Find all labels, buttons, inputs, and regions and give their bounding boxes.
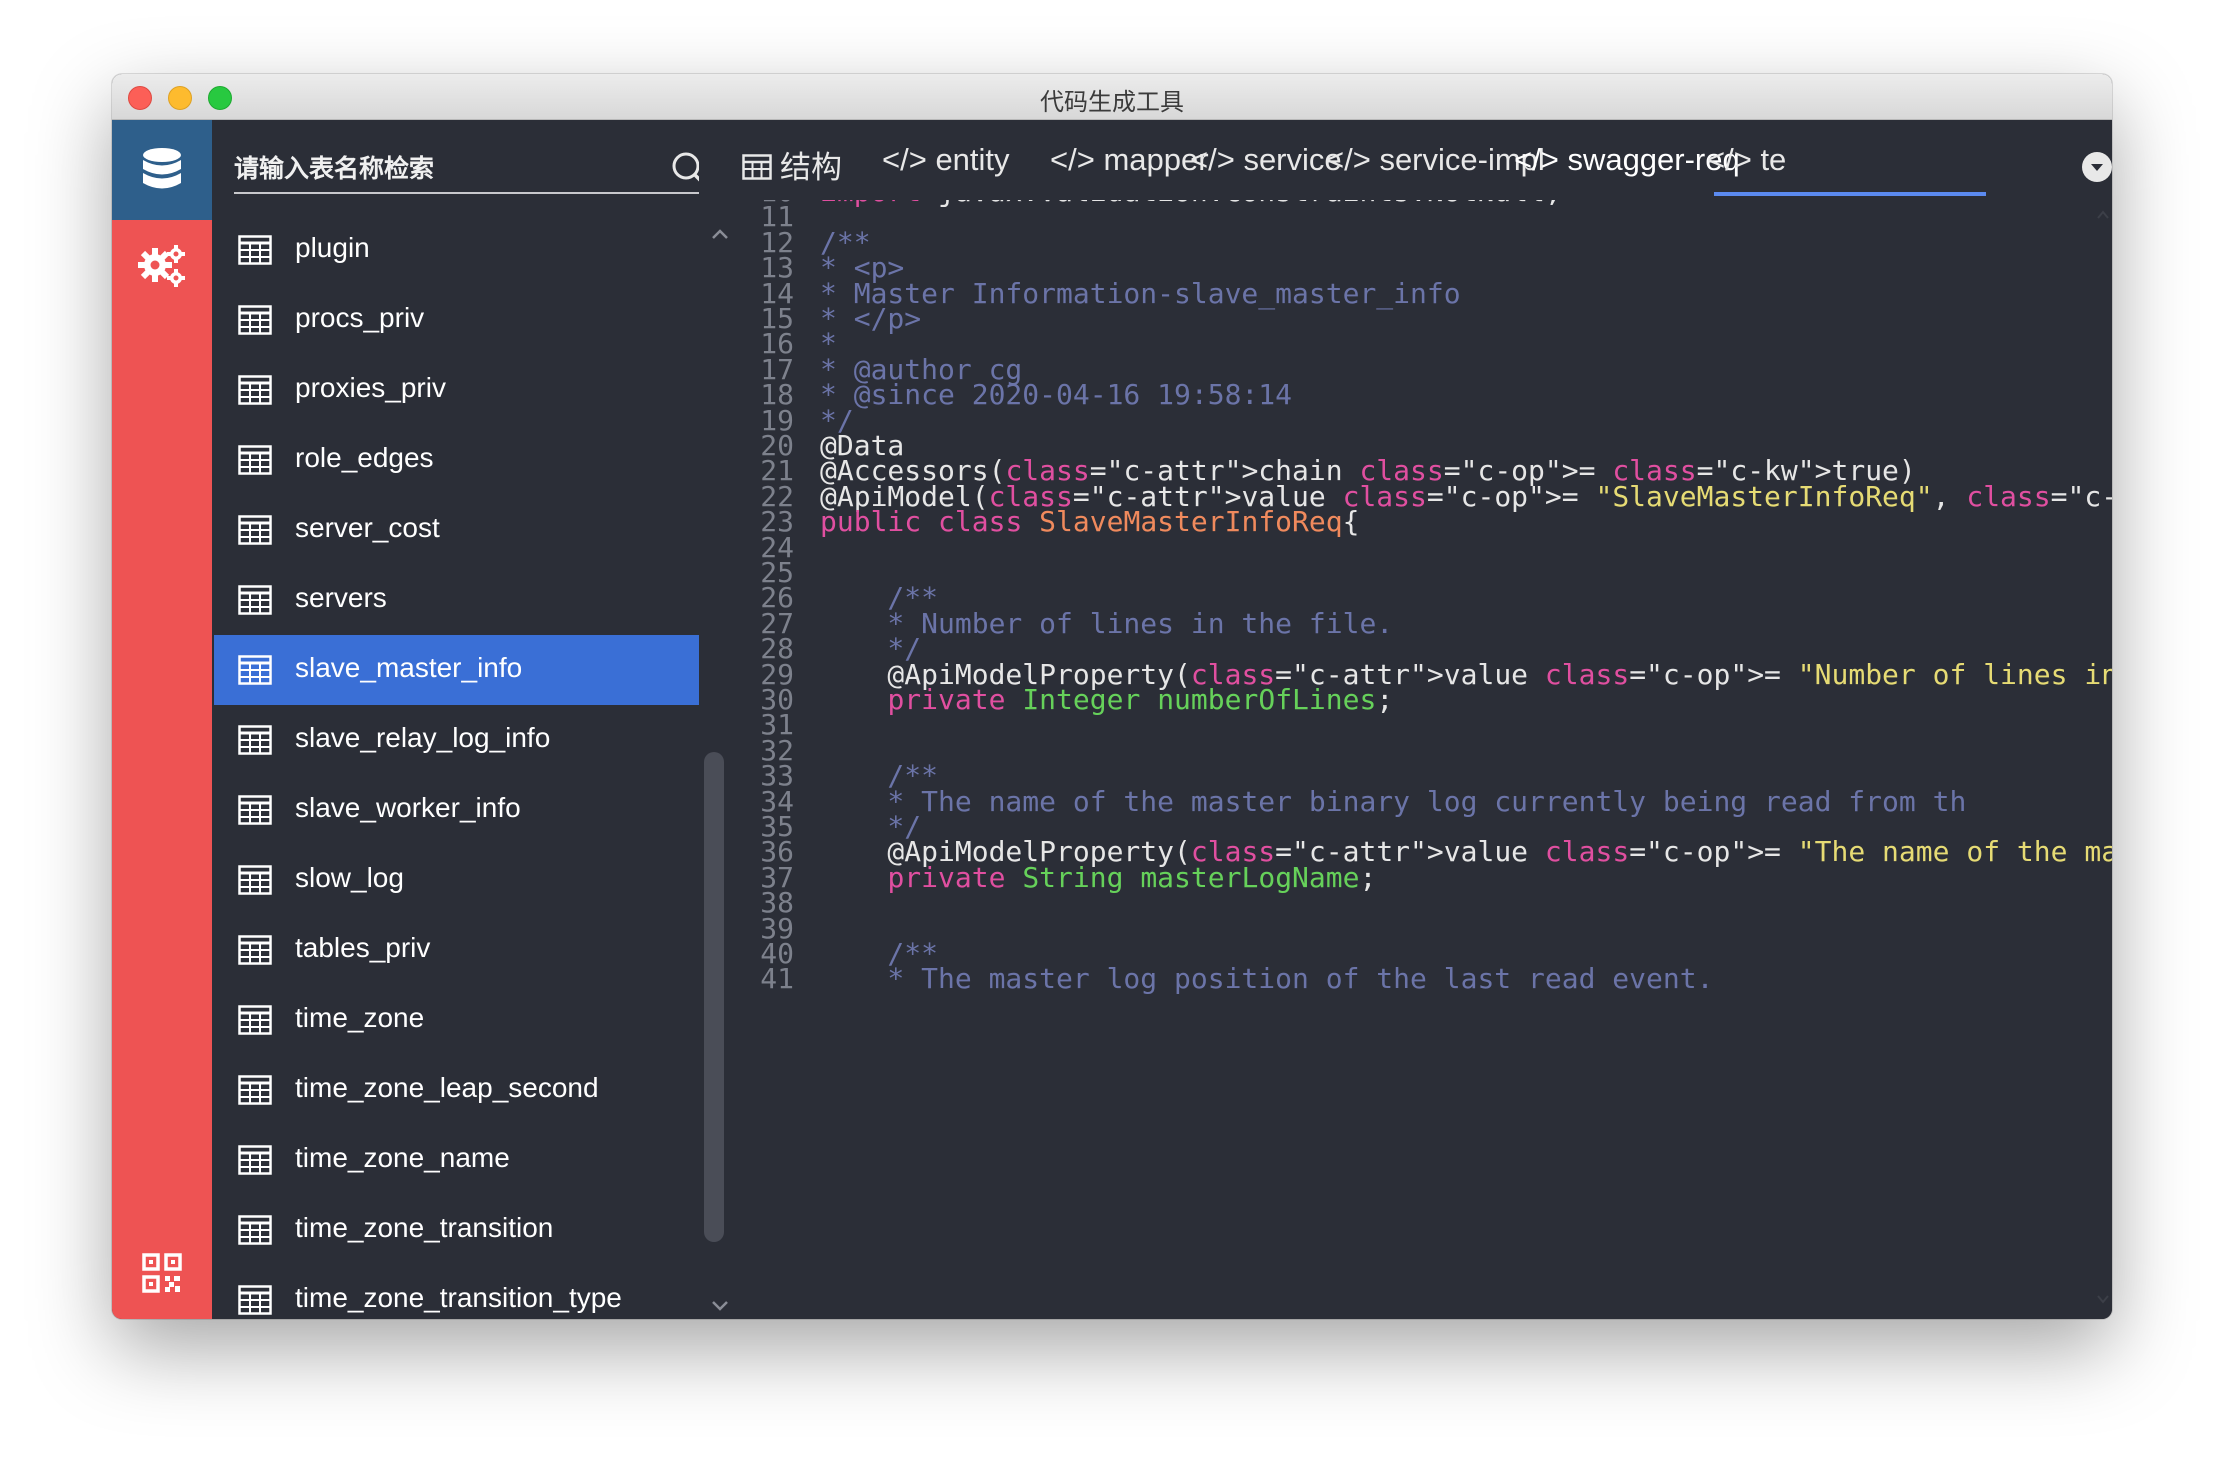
table-icon [238, 515, 272, 545]
line-number: 41 [760, 962, 794, 996]
search-box [234, 146, 699, 194]
code-text: * The master log position of the last re… [820, 962, 1714, 996]
chevron-down-icon [2091, 164, 2103, 171]
table-icon [238, 795, 272, 825]
tab-overflow-button[interactable] [2082, 152, 2112, 182]
tab-label: 结构 [780, 150, 842, 185]
table-icon [238, 1285, 272, 1315]
editor-scrollbar[interactable] [2094, 200, 2112, 1319]
table-list-item[interactable]: server_cost [214, 495, 699, 565]
active-tab-indicator [1714, 192, 1986, 196]
table-name-label: slave_worker_info [295, 792, 521, 823]
sidebar-scrollbar-thumb[interactable] [704, 752, 724, 1242]
table-list-item[interactable]: slave_worker_info [214, 775, 699, 845]
table-list-item[interactable]: role_edges [214, 425, 699, 495]
table-name-label: slave_master_info [295, 652, 523, 683]
table-name-label: time_zone_transition_type [295, 1282, 622, 1313]
scroll-down-arrow[interactable] [710, 1296, 730, 1316]
table-name-label: time_zone_leap_second [295, 1072, 599, 1103]
table-name-label: server_cost [295, 512, 440, 543]
tab-bar: 结构 </> entity </> mapper </> service </> ser… [742, 120, 2112, 200]
table-list-item[interactable]: time_zone [214, 985, 699, 1055]
tab-service-impl[interactable]: </> service-impl [1326, 142, 1545, 182]
table-icon [238, 725, 272, 755]
database-button[interactable] [112, 120, 212, 220]
window-title: 代码生成工具 [1040, 88, 1184, 116]
title-bar: 代码生成工具 [112, 74, 2112, 120]
app-window: 代码生成工具 请输入表名称检索 plugin procs_priv proxie… [112, 74, 2112, 1319]
table-name-label: slave_relay_log_info [295, 722, 551, 753]
table-icon [238, 305, 272, 335]
qrcode-icon [142, 1253, 182, 1293]
tab-mapper[interactable]: </> mapper [1050, 142, 1209, 182]
table-icon [238, 445, 272, 475]
table-name-label: proxies_priv [295, 372, 446, 403]
code-area[interactable]: 10import javax.validation.constraints.No… [742, 192, 2112, 1319]
table-name-label: time_zone_transition [295, 1212, 554, 1243]
table-list-item[interactable]: proxies_priv [214, 355, 699, 425]
table-search-input[interactable] [234, 146, 654, 190]
table-icon [238, 655, 272, 685]
table-icon [238, 935, 272, 965]
table-name-label: time_zone_name [295, 1142, 510, 1173]
table-icon [238, 1145, 272, 1175]
code-icon: </> [1050, 142, 1104, 177]
code-icon: </> [1707, 142, 1761, 177]
table-list-item[interactable]: servers [214, 565, 699, 635]
table-icon [238, 1005, 272, 1035]
code-editor-panel: 10import javax.validation.constraints.No… [742, 120, 2112, 1319]
table-name-label: slow_log [295, 862, 404, 893]
table-icon [238, 1215, 272, 1245]
table-name-label: role_edges [295, 442, 434, 473]
scroll-up-arrow[interactable] [710, 224, 730, 244]
tab-swagger-req[interactable]: </> swagger-req [1514, 142, 1740, 182]
table-name-label: time_zone [295, 1002, 425, 1033]
table-icon [238, 235, 272, 265]
table-list-item[interactable]: time_zone_leap_second [214, 1055, 699, 1125]
tab-te[interactable]: </> te [1707, 142, 1786, 182]
gears-icon [138, 245, 185, 287]
code-icon: </> [1326, 142, 1380, 177]
table-list-item[interactable]: slow_log [214, 845, 699, 915]
tab-entity[interactable]: </> entity [882, 142, 1010, 182]
table-list: plugin procs_priv proxies_priv role_edgesse… [214, 215, 699, 1319]
tab-结构[interactable]: 结构 [742, 142, 842, 185]
table-icon [742, 150, 780, 185]
qrcode-button[interactable] [112, 1248, 212, 1298]
code-icon: </> [1190, 142, 1244, 177]
code-line: 41 * The master log position of the last… [742, 961, 2112, 997]
table-list-item[interactable]: slave_master_info [214, 635, 699, 705]
database-icon [143, 148, 181, 189]
table-list-item[interactable]: procs_priv [214, 285, 699, 355]
tab-label: te [1760, 142, 1787, 177]
table-name-label: procs_priv [295, 302, 425, 333]
code-icon: </> [882, 142, 936, 177]
table-list-item[interactable]: time_zone_name [214, 1125, 699, 1195]
table-list-item[interactable]: plugin [214, 215, 699, 285]
icon-rail [112, 120, 212, 1319]
tab-service[interactable]: </> service [1190, 142, 1342, 182]
table-icon [238, 865, 272, 895]
table-icon [238, 585, 272, 615]
table-list-item[interactable]: slave_relay_log_info [214, 705, 699, 775]
table-list-item[interactable]: tables_priv [214, 915, 699, 985]
table-icon [238, 1075, 272, 1105]
search-icon[interactable] [670, 150, 699, 188]
table-list-item[interactable]: time_zone_transition_type [214, 1265, 699, 1319]
code-icon: </> [1514, 142, 1568, 177]
table-sidebar: plugin procs_priv proxies_priv role_edgesse… [212, 120, 699, 1319]
settings-button[interactable] [112, 236, 212, 296]
table-name-label: servers [295, 582, 387, 613]
table-icon [238, 375, 272, 405]
table-name-label: tables_priv [295, 932, 431, 963]
table-list-item[interactable]: time_zone_transition [214, 1195, 699, 1265]
table-name-label: plugin [295, 232, 370, 263]
tab-label: entity [935, 142, 1010, 177]
